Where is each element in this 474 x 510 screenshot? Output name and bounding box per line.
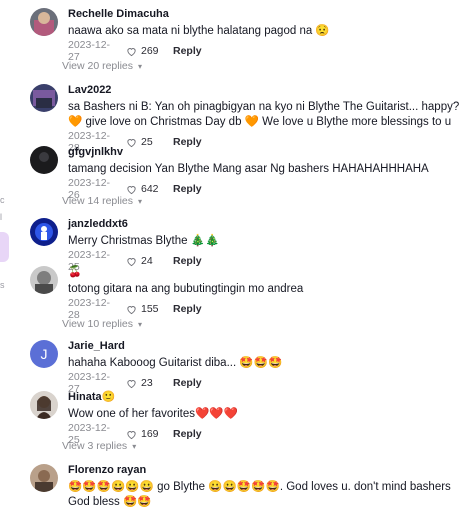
avatar[interactable]	[30, 464, 58, 492]
edge-glyph: l	[0, 212, 2, 222]
view-replies-label: View 14 replies	[62, 195, 134, 207]
heart-outline-icon	[127, 257, 136, 266]
comment-text: Wow one of her favorites❤️❤️❤️	[68, 408, 238, 420]
like-button[interactable]: 269	[126, 45, 167, 57]
chevron-down-icon: ▾	[132, 441, 137, 451]
chevron-down-icon: ▾	[138, 196, 143, 206]
view-replies-label: View 3 replies	[62, 440, 128, 452]
reply-button[interactable]: Reply	[173, 183, 202, 195]
view-replies-button[interactable]: View 10 replies ▾	[62, 318, 142, 330]
reply-button[interactable]: Reply	[173, 377, 202, 389]
comment-text: totong gitara na ang bubutingtingin mo a…	[68, 283, 304, 295]
chevron-down-icon: ▾	[138, 61, 143, 71]
like-count: 23	[141, 377, 153, 389]
comment-username[interactable]: 🍒	[68, 266, 470, 279]
avatar[interactable]	[30, 218, 58, 246]
comment-text: Merry Christmas Blythe 🎄🎄	[68, 235, 220, 247]
comment-text: hahaha Kabooog Guitarist diba... 🤩🤩🤩	[68, 357, 283, 369]
chevron-down-icon: ▾	[138, 319, 143, 329]
like-button[interactable]: 155	[126, 303, 167, 315]
comment-username[interactable]: Lav2022	[68, 84, 470, 97]
comment-username[interactable]: Rechelle Dimacuha	[68, 8, 470, 21]
comment-username[interactable]: Florenzo rayan	[68, 464, 470, 477]
avatar[interactable]	[30, 84, 58, 112]
avatar[interactable]	[30, 146, 58, 174]
view-replies-label: View 20 replies	[62, 60, 134, 72]
like-count: 169	[141, 428, 159, 440]
like-button[interactable]: 169	[126, 428, 167, 440]
comment-text: 🤩🤩🤩😀😀😀 go Blythe 😀😀🤩🤩🤩. God loves u. don…	[68, 481, 451, 508]
comment-username[interactable]: janzleddxt6	[68, 218, 470, 231]
reply-button[interactable]: Reply	[173, 428, 202, 440]
avatar[interactable]	[30, 391, 58, 419]
like-button[interactable]: 642	[126, 183, 167, 195]
edge-glyph: s	[0, 280, 5, 290]
reply-button[interactable]: Reply	[173, 303, 202, 315]
edge-glyph: c	[0, 195, 5, 205]
heart-outline-icon	[127, 430, 136, 439]
like-count: 155	[141, 303, 159, 315]
avatar[interactable]	[30, 266, 58, 294]
comment-text: sa Bashers ni B: Yan oh pinagbigyan na k…	[68, 101, 460, 128]
comment-username[interactable]: gfgvjnlkhv	[68, 146, 470, 159]
comment-text: tamang decision Yan Blythe Mang asar Ng …	[68, 163, 429, 175]
heart-outline-icon	[127, 185, 136, 194]
avatar-letter: J	[40, 346, 48, 362]
avatar[interactable]	[30, 8, 58, 36]
comment-text: naawa ako sa mata ni blythe halatang pag…	[68, 25, 330, 37]
comment-username[interactable]: Jarie_Hard	[68, 340, 470, 353]
like-button[interactable]: 23	[126, 377, 167, 389]
view-replies-button[interactable]: View 3 replies ▾	[62, 440, 136, 452]
heart-outline-icon	[127, 305, 136, 314]
left-panel-edge: c l s	[0, 0, 14, 504]
reply-button[interactable]: Reply	[173, 45, 202, 57]
view-replies-button[interactable]: View 20 replies ▾	[62, 60, 142, 72]
edge-highlight[interactable]	[0, 232, 9, 262]
comment-username[interactable]: Hinata🙂	[68, 391, 470, 404]
like-count: 642	[141, 183, 159, 195]
view-replies-button[interactable]: View 14 replies ▾	[62, 195, 142, 207]
avatar[interactable]: J	[30, 340, 58, 368]
view-replies-label: View 10 replies	[62, 318, 134, 330]
heart-outline-icon	[127, 379, 136, 388]
like-count: 269	[141, 45, 159, 57]
heart-outline-icon	[127, 47, 136, 56]
